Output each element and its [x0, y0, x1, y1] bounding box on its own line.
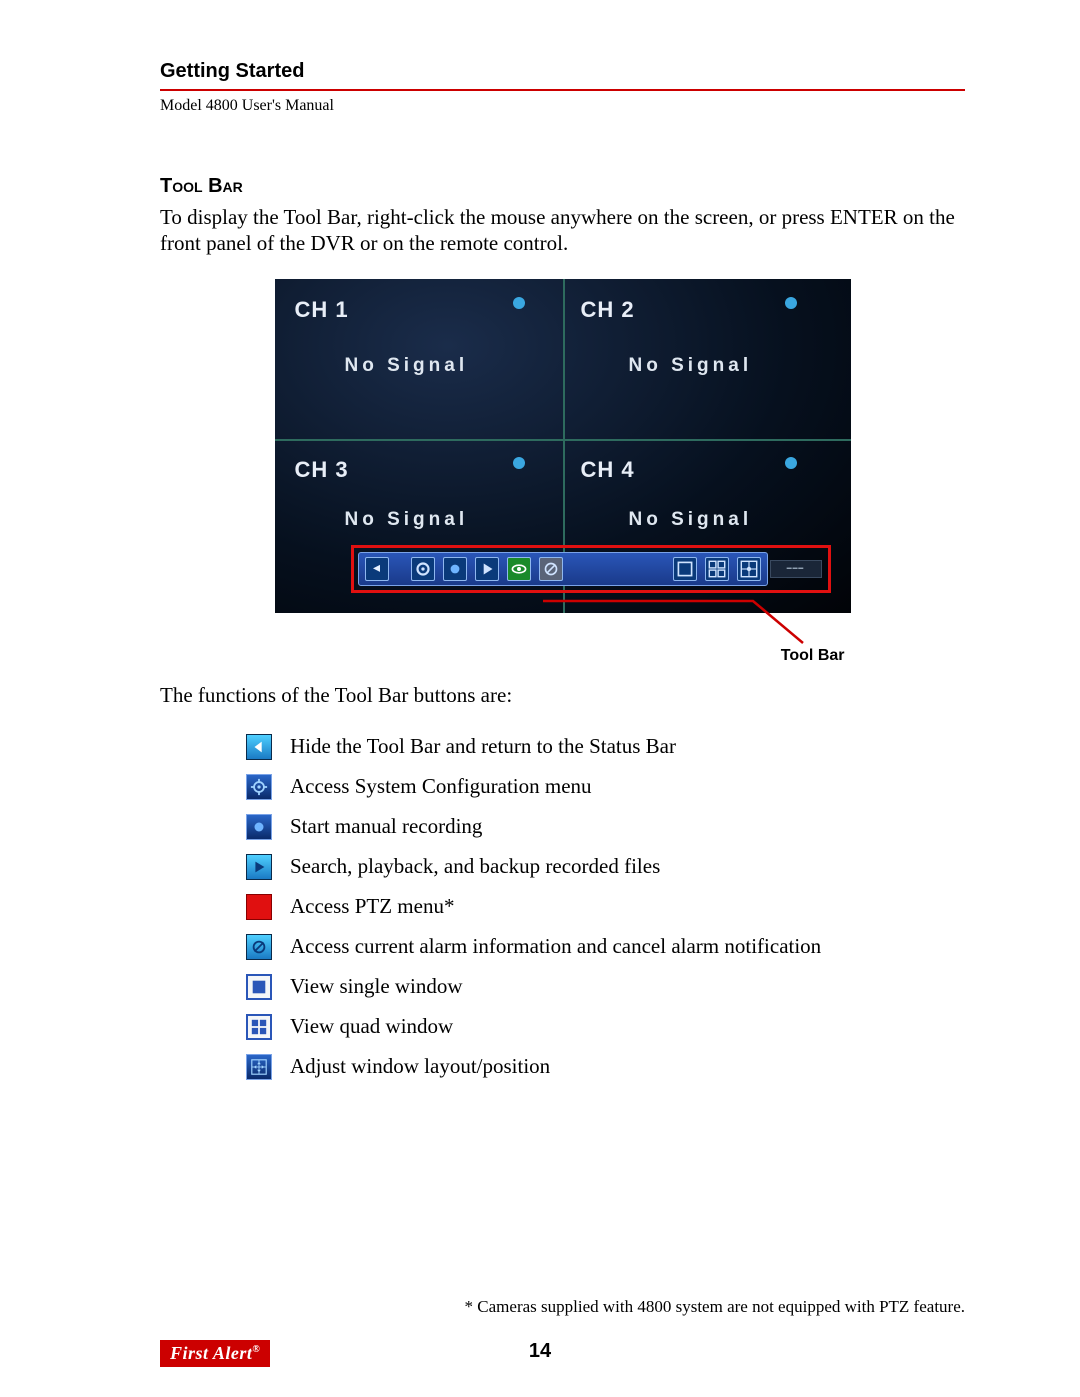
ch3-indicator-icon	[513, 457, 525, 469]
list-item: View quad window	[246, 1014, 965, 1040]
ch2-indicator-icon	[785, 297, 797, 309]
record-icon	[246, 814, 272, 840]
config-desc: Access System Configuration menu	[290, 774, 592, 799]
ch2-label: CH 2	[581, 297, 635, 323]
alarm-icon	[246, 934, 272, 960]
section-header: Getting Started	[160, 60, 965, 83]
quad-window-icon	[246, 1014, 272, 1040]
list-item: Access PTZ menu*	[246, 894, 965, 920]
list-item: Adjust window layout/position	[246, 1054, 965, 1080]
tb-record-icon	[443, 557, 467, 581]
hide-desc: Hide the Tool Bar and return to the Stat…	[290, 734, 676, 759]
toolbar-functions-list: Hide the Tool Bar and return to the Stat…	[246, 734, 965, 1080]
config-icon	[246, 774, 272, 800]
ch3-label: CH 3	[295, 457, 349, 483]
ch2-status: No Signal	[629, 355, 753, 377]
ch3-status: No Signal	[345, 509, 469, 531]
list-item: Access current alarm information and can…	[246, 934, 965, 960]
layout-desc: Adjust window layout/position	[290, 1054, 550, 1079]
header-rule	[160, 89, 965, 91]
tb-alarm-icon	[539, 557, 563, 581]
quad-desc: View quad window	[290, 1014, 453, 1039]
ch4-indicator-icon	[785, 457, 797, 469]
footnote: * Cameras supplied with 4800 system are …	[465, 1297, 965, 1317]
record-desc: Start manual recording	[290, 814, 482, 839]
tb-config-icon	[411, 557, 435, 581]
toolbar-callout: Tool Bar	[275, 613, 851, 663]
ch4-label: CH 4	[581, 457, 635, 483]
dvr-screenshot: CH 1 No Signal CH 2 No Signal CH 3 No Si…	[275, 279, 851, 663]
ptz-icon	[246, 894, 272, 920]
play-desc: Search, playback, and backup recorded fi…	[290, 854, 660, 879]
tb-layout-icon	[737, 557, 761, 581]
tb-quad-icon	[705, 557, 729, 581]
subsection-title: Tool Bar	[160, 175, 965, 198]
list-item: Hide the Tool Bar and return to the Stat…	[246, 734, 965, 760]
callout-label: Tool Bar	[781, 647, 845, 665]
ch1-label: CH 1	[295, 297, 349, 323]
ch4-status: No Signal	[629, 509, 753, 531]
alarm-desc: Access current alarm information and can…	[290, 934, 821, 959]
tb-single-icon	[673, 557, 697, 581]
tb-hide-icon: ◂	[365, 557, 389, 581]
list-item: Start manual recording	[246, 814, 965, 840]
ch1-indicator-icon	[513, 297, 525, 309]
layout-icon	[246, 1054, 272, 1080]
manual-page: Getting Started Model 4800 User's Manual…	[0, 0, 1080, 1397]
single-desc: View single window	[290, 974, 463, 999]
list-item: Search, playback, and backup recorded fi…	[246, 854, 965, 880]
tb-ptz-icon	[507, 557, 531, 581]
ptz-desc: Access PTZ menu*	[290, 894, 454, 919]
single-window-icon	[246, 974, 272, 1000]
play-icon	[246, 854, 272, 880]
list-item: View single window	[246, 974, 965, 1000]
ch1-status: No Signal	[345, 355, 469, 377]
list-item: Access System Configuration menu	[246, 774, 965, 800]
toolbar-highlight: ◂	[351, 545, 831, 593]
tb-watermark: ━━━	[770, 560, 822, 578]
intro-paragraph: To display the Tool Bar, right-click the…	[160, 204, 965, 257]
brand-logo: First Alert®	[160, 1340, 270, 1367]
functions-intro: The functions of the Tool Bar buttons ar…	[160, 683, 965, 708]
dvr-toolbar: ◂	[358, 552, 768, 586]
hide-icon	[246, 734, 272, 760]
tb-play-icon	[475, 557, 499, 581]
manual-title: Model 4800 User's Manual	[160, 97, 965, 115]
